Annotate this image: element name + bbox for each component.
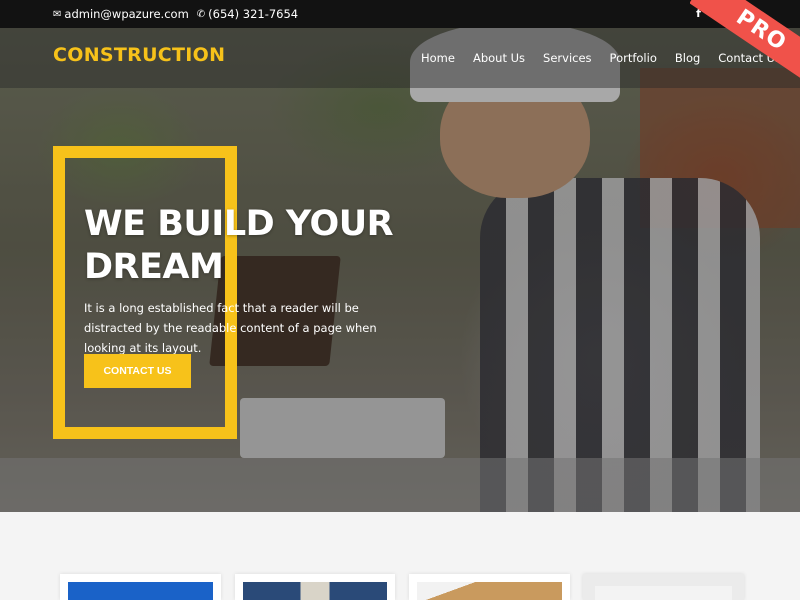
hero-title-line-1: WE BUILD YOUR (84, 204, 394, 244)
contact-us-button[interactable]: CONTACT US (84, 354, 191, 388)
hero-description: It is a long established fact that a rea… (84, 301, 377, 355)
email-text: admin@wpazure.com (64, 7, 189, 21)
hero-yellow-frame (53, 146, 237, 439)
hero-title-line-2: DREAM (84, 247, 224, 287)
phone-icon: ✆ (196, 8, 206, 20)
top-bar: ✉ admin@wpazure.com ✆ (654) 321-7654 f t… (0, 0, 800, 28)
service-card[interactable] (235, 574, 395, 600)
envelope-icon: ✉ (53, 8, 62, 20)
hero-title: WE BUILD YOUR DREAM (84, 203, 404, 289)
service-card-image (243, 582, 387, 600)
service-card-image (595, 586, 732, 600)
nav-item-home[interactable]: Home (421, 51, 455, 65)
phone-text: (654) 321-7654 (208, 7, 299, 21)
nav-item-services[interactable]: Services (543, 51, 592, 65)
service-card-image (417, 582, 562, 600)
pro-ribbon-label: PRO (690, 0, 800, 88)
phone-link[interactable]: ✆ (654) 321-7654 (197, 7, 298, 21)
service-card[interactable] (60, 574, 221, 600)
nav-item-portfolio[interactable]: Portfolio (610, 51, 657, 65)
site-logo[interactable]: CONSTRUCTION (53, 44, 225, 66)
contact-info: ✉ admin@wpazure.com ✆ (654) 321-7654 (53, 7, 298, 21)
email-link[interactable]: ✉ admin@wpazure.com (53, 7, 189, 21)
main-navbar: CONSTRUCTION Home About Us Services Port… (0, 28, 800, 88)
nav-item-about-us[interactable]: About Us (473, 51, 525, 65)
service-card-image (68, 582, 213, 600)
pro-ribbon[interactable]: PRO (690, 0, 800, 110)
service-card[interactable] (409, 574, 570, 600)
service-card[interactable] (583, 574, 744, 600)
